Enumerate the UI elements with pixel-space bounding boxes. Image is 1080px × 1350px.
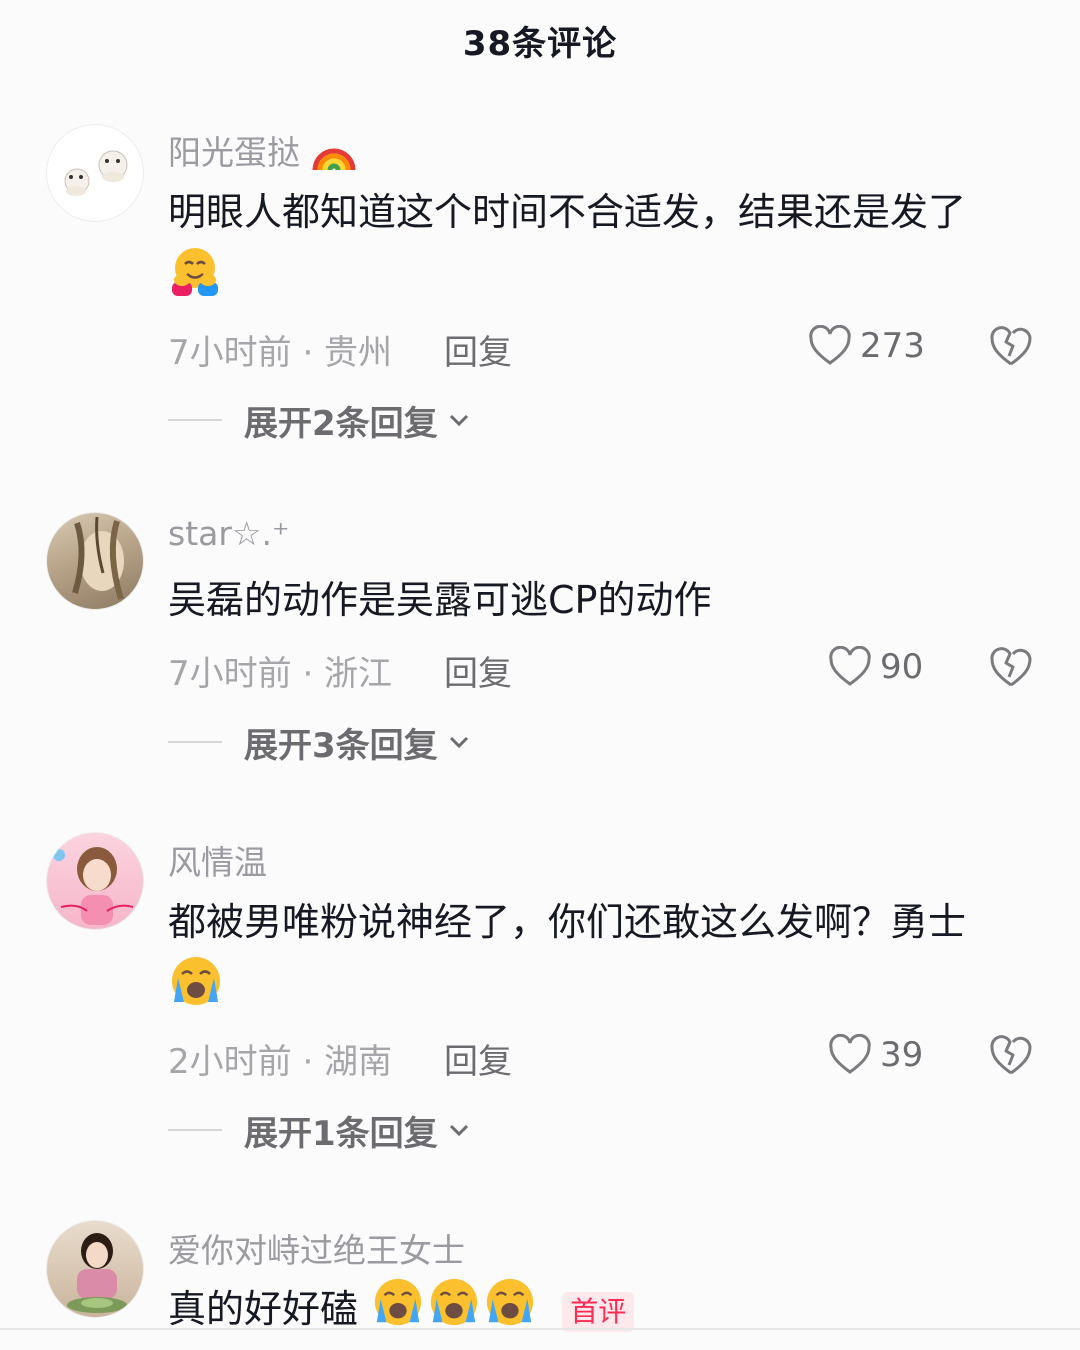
- like-button[interactable]: 273: [808, 324, 925, 368]
- expand-replies-label: 展开1条回复: [244, 1113, 438, 1154]
- loudly-crying-face-emoji: [168, 954, 224, 1027]
- expand-divider: [168, 419, 222, 421]
- dislike-button[interactable]: [988, 324, 1034, 368]
- comment-username[interactable]: 风情温: [168, 836, 267, 884]
- broken-heart-icon: [990, 1035, 1032, 1075]
- chevron-down-icon: [449, 1124, 468, 1137]
- reply-button[interactable]: 回复: [444, 646, 512, 695]
- expand-replies-button[interactable]: 展开2条回复: [168, 398, 472, 444]
- expand-replies-label: 展开2条回复: [244, 403, 438, 444]
- comment-text: 明眼人都知道这个时间不合适发，结果还是发了: [168, 180, 1038, 317]
- heart-outline-icon: [829, 646, 871, 686]
- comment-username[interactable]: 阳光蛋挞: [168, 126, 357, 180]
- comment-username[interactable]: star☆.⁺: [168, 514, 289, 553]
- heart-outline-icon: [829, 1034, 871, 1074]
- heart-outline-icon: [809, 325, 851, 365]
- like-button[interactable]: 90: [828, 645, 923, 689]
- comment-text: 都被男唯粉说神经了，你们还敢这么发啊？勇士: [168, 890, 1038, 1027]
- comment-count-title: 38条评论: [462, 24, 618, 64]
- comment-text: 吴磊的动作是吴露可逃CP的动作: [168, 578, 712, 622]
- loudly-crying-face-emoji: [482, 1276, 538, 1347]
- chevron-down-icon: [449, 414, 468, 427]
- rainbow-emoji: [311, 130, 357, 180]
- broken-heart-icon: [990, 647, 1032, 687]
- avatar[interactable]: [46, 1220, 144, 1318]
- avatar[interactable]: [46, 512, 144, 610]
- expand-replies-button[interactable]: 展开3条回复: [168, 720, 472, 766]
- comments-header: 38条评论: [0, 0, 1080, 80]
- dislike-button[interactable]: [988, 1033, 1034, 1077]
- hugging-face-emoji: [168, 244, 222, 317]
- expand-replies-label: 展开3条回复: [244, 725, 438, 766]
- avatar[interactable]: [46, 124, 144, 222]
- comment-timestamp-location: 2小时前 · 湖南: [168, 1042, 393, 1082]
- like-count: 39: [880, 1035, 924, 1075]
- like-button[interactable]: 39: [828, 1033, 923, 1077]
- reply-button[interactable]: 回复: [444, 1034, 512, 1083]
- like-count: 90: [880, 647, 924, 687]
- dislike-button[interactable]: [988, 645, 1034, 689]
- avatar[interactable]: [46, 832, 144, 930]
- loudly-crying-face-emoji: [426, 1276, 482, 1347]
- chevron-down-icon: [449, 736, 468, 749]
- loudly-crying-face-emoji: [370, 1276, 426, 1347]
- expand-divider: [168, 1129, 222, 1131]
- comment-timestamp-location: 7小时前 · 浙江: [168, 654, 393, 694]
- expand-replies-button[interactable]: 展开1条回复: [168, 1108, 472, 1154]
- expand-divider: [168, 741, 222, 743]
- first-comment-badge: 首评: [562, 1291, 635, 1332]
- comment-username[interactable]: 爱你对峙过绝王女士: [168, 1224, 465, 1272]
- broken-heart-icon: [990, 326, 1032, 366]
- like-count: 273: [860, 326, 925, 366]
- comment-timestamp-location: 7小时前 · 贵州: [168, 333, 393, 373]
- comment-text: 真的好好磕 首评: [168, 1276, 1038, 1347]
- reply-button[interactable]: 回复: [444, 325, 512, 374]
- bottom-divider: [0, 1328, 1080, 1330]
